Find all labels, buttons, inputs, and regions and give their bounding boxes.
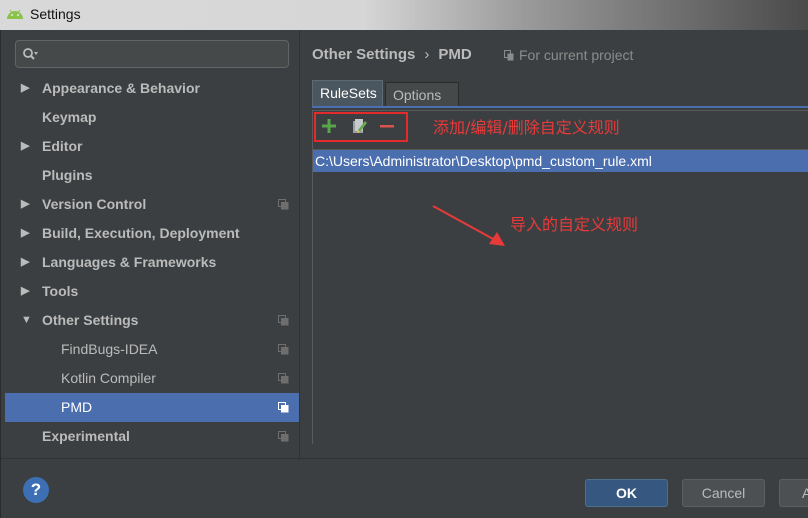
- sidebar-item-label: Experimental: [42, 428, 130, 444]
- breadcrumb-current: PMD: [438, 46, 472, 63]
- expanded-arrow-icon[interactable]: ▼: [21, 306, 32, 335]
- sidebar-item[interactable]: Keymap: [5, 103, 299, 132]
- scope-indicator: For current project: [504, 47, 633, 63]
- sidebar-item[interactable]: Experimental: [5, 422, 299, 451]
- scope-label: For current project: [519, 47, 634, 63]
- sidebar-item[interactable]: ▶ Editor: [5, 132, 299, 161]
- project-scope-icon: [278, 373, 289, 384]
- sidebar-item[interactable]: ▶ Build, Execution, Deployment: [5, 219, 299, 248]
- bottom-divider: [1, 458, 808, 459]
- sidebar-item-label: Build, Execution, Deployment: [42, 225, 240, 241]
- project-scope-icon: [278, 402, 289, 413]
- breadcrumb-parent[interactable]: Other Settings: [312, 46, 415, 63]
- sidebar-item[interactable]: ▼ Other Settings: [5, 306, 299, 335]
- sidebar-item-label: Kotlin Compiler: [61, 370, 156, 386]
- sidebar-item[interactable]: PMD: [5, 393, 299, 422]
- plus-icon[interactable]: [320, 117, 338, 135]
- ok-button[interactable]: OK: [585, 479, 668, 507]
- sidebar-item[interactable]: ▶ Languages & Frameworks: [5, 248, 299, 277]
- sidebar-item-label: Version Control: [42, 196, 147, 212]
- search-input[interactable]: [50, 45, 284, 65]
- collapsed-arrow-icon[interactable]: ▶: [21, 219, 29, 248]
- sidebar-item-label: FindBugs-IDEA: [61, 341, 158, 357]
- tab-rulesets[interactable]: RuleSets: [312, 80, 383, 106]
- sidebar-item[interactable]: FindBugs-IDEA: [5, 335, 299, 364]
- cancel-button[interactable]: Cancel: [682, 479, 765, 507]
- project-scope-icon: [278, 315, 289, 326]
- title-bar: Settings: [0, 0, 808, 30]
- android-icon: [7, 9, 23, 19]
- breadcrumb: Other Settings › PMD: [312, 46, 472, 63]
- sidebar-item[interactable]: Plugins: [5, 161, 299, 190]
- collapsed-arrow-icon[interactable]: ▶: [21, 190, 29, 219]
- list-item[interactable]: C:\Users\Administrator\Desktop\pmd_custo…: [313, 150, 808, 172]
- project-scope-icon: [278, 431, 289, 442]
- project-scope-icon: [278, 344, 289, 355]
- sidebar-item[interactable]: ▶ Appearance & Behavior: [5, 74, 299, 103]
- tab-underline: [312, 106, 808, 108]
- sidebar-item-label: Languages & Frameworks: [42, 254, 217, 270]
- tab-options[interactable]: Options: [385, 82, 459, 106]
- help-button[interactable]: ?: [23, 477, 49, 503]
- sidebar-item-label: PMD: [61, 399, 93, 415]
- search-icon[interactable]: [22, 47, 38, 63]
- sidebar-item-label: Other Settings: [42, 312, 139, 328]
- edit-icon[interactable]: [350, 117, 368, 135]
- sidebar-item-label: Tools: [42, 283, 79, 299]
- search-box[interactable]: [15, 40, 289, 68]
- collapsed-arrow-icon[interactable]: ▶: [21, 277, 29, 306]
- settings-tree: ▶ Appearance & Behavior Keymap ▶ Editor Plugi…: [5, 74, 299, 451]
- sidebar-item[interactable]: Kotlin Compiler: [5, 364, 299, 393]
- breadcrumb-separator: ›: [424, 46, 430, 63]
- list-annotation: 导入的自定义规则: [510, 215, 639, 234]
- pane-splitter[interactable]: [299, 30, 300, 460]
- sidebar-item[interactable]: ▶ Tools: [5, 277, 299, 306]
- settings-dialog: ▶ Appearance & Behavior Keymap ▶ Editor Plugi…: [0, 30, 808, 518]
- toolbar-annotation: 添加/编辑/删除自定义规则: [433, 118, 620, 137]
- sidebar-item-label: Editor: [42, 138, 83, 154]
- sidebar-item[interactable]: ▶ Version Control: [5, 190, 299, 219]
- project-scope-icon: [278, 199, 289, 210]
- minus-icon[interactable]: [378, 117, 396, 135]
- collapsed-arrow-icon[interactable]: ▶: [21, 132, 29, 161]
- sidebar-item-label: Plugins: [42, 167, 93, 183]
- collapsed-arrow-icon[interactable]: ▶: [21, 248, 29, 277]
- rulesets-list: C:\Users\Administrator\Desktop\pmd_custo…: [313, 149, 808, 444]
- sidebar-item-label: Appearance & Behavior: [42, 80, 200, 96]
- apply-button[interactable]: A: [779, 479, 808, 507]
- sidebar-item-label: Keymap: [42, 109, 97, 125]
- collapsed-arrow-icon[interactable]: ▶: [21, 74, 29, 103]
- project-scope-icon: [504, 50, 514, 61]
- annotation-arrow: [432, 205, 505, 246]
- window-title: Settings: [30, 6, 81, 22]
